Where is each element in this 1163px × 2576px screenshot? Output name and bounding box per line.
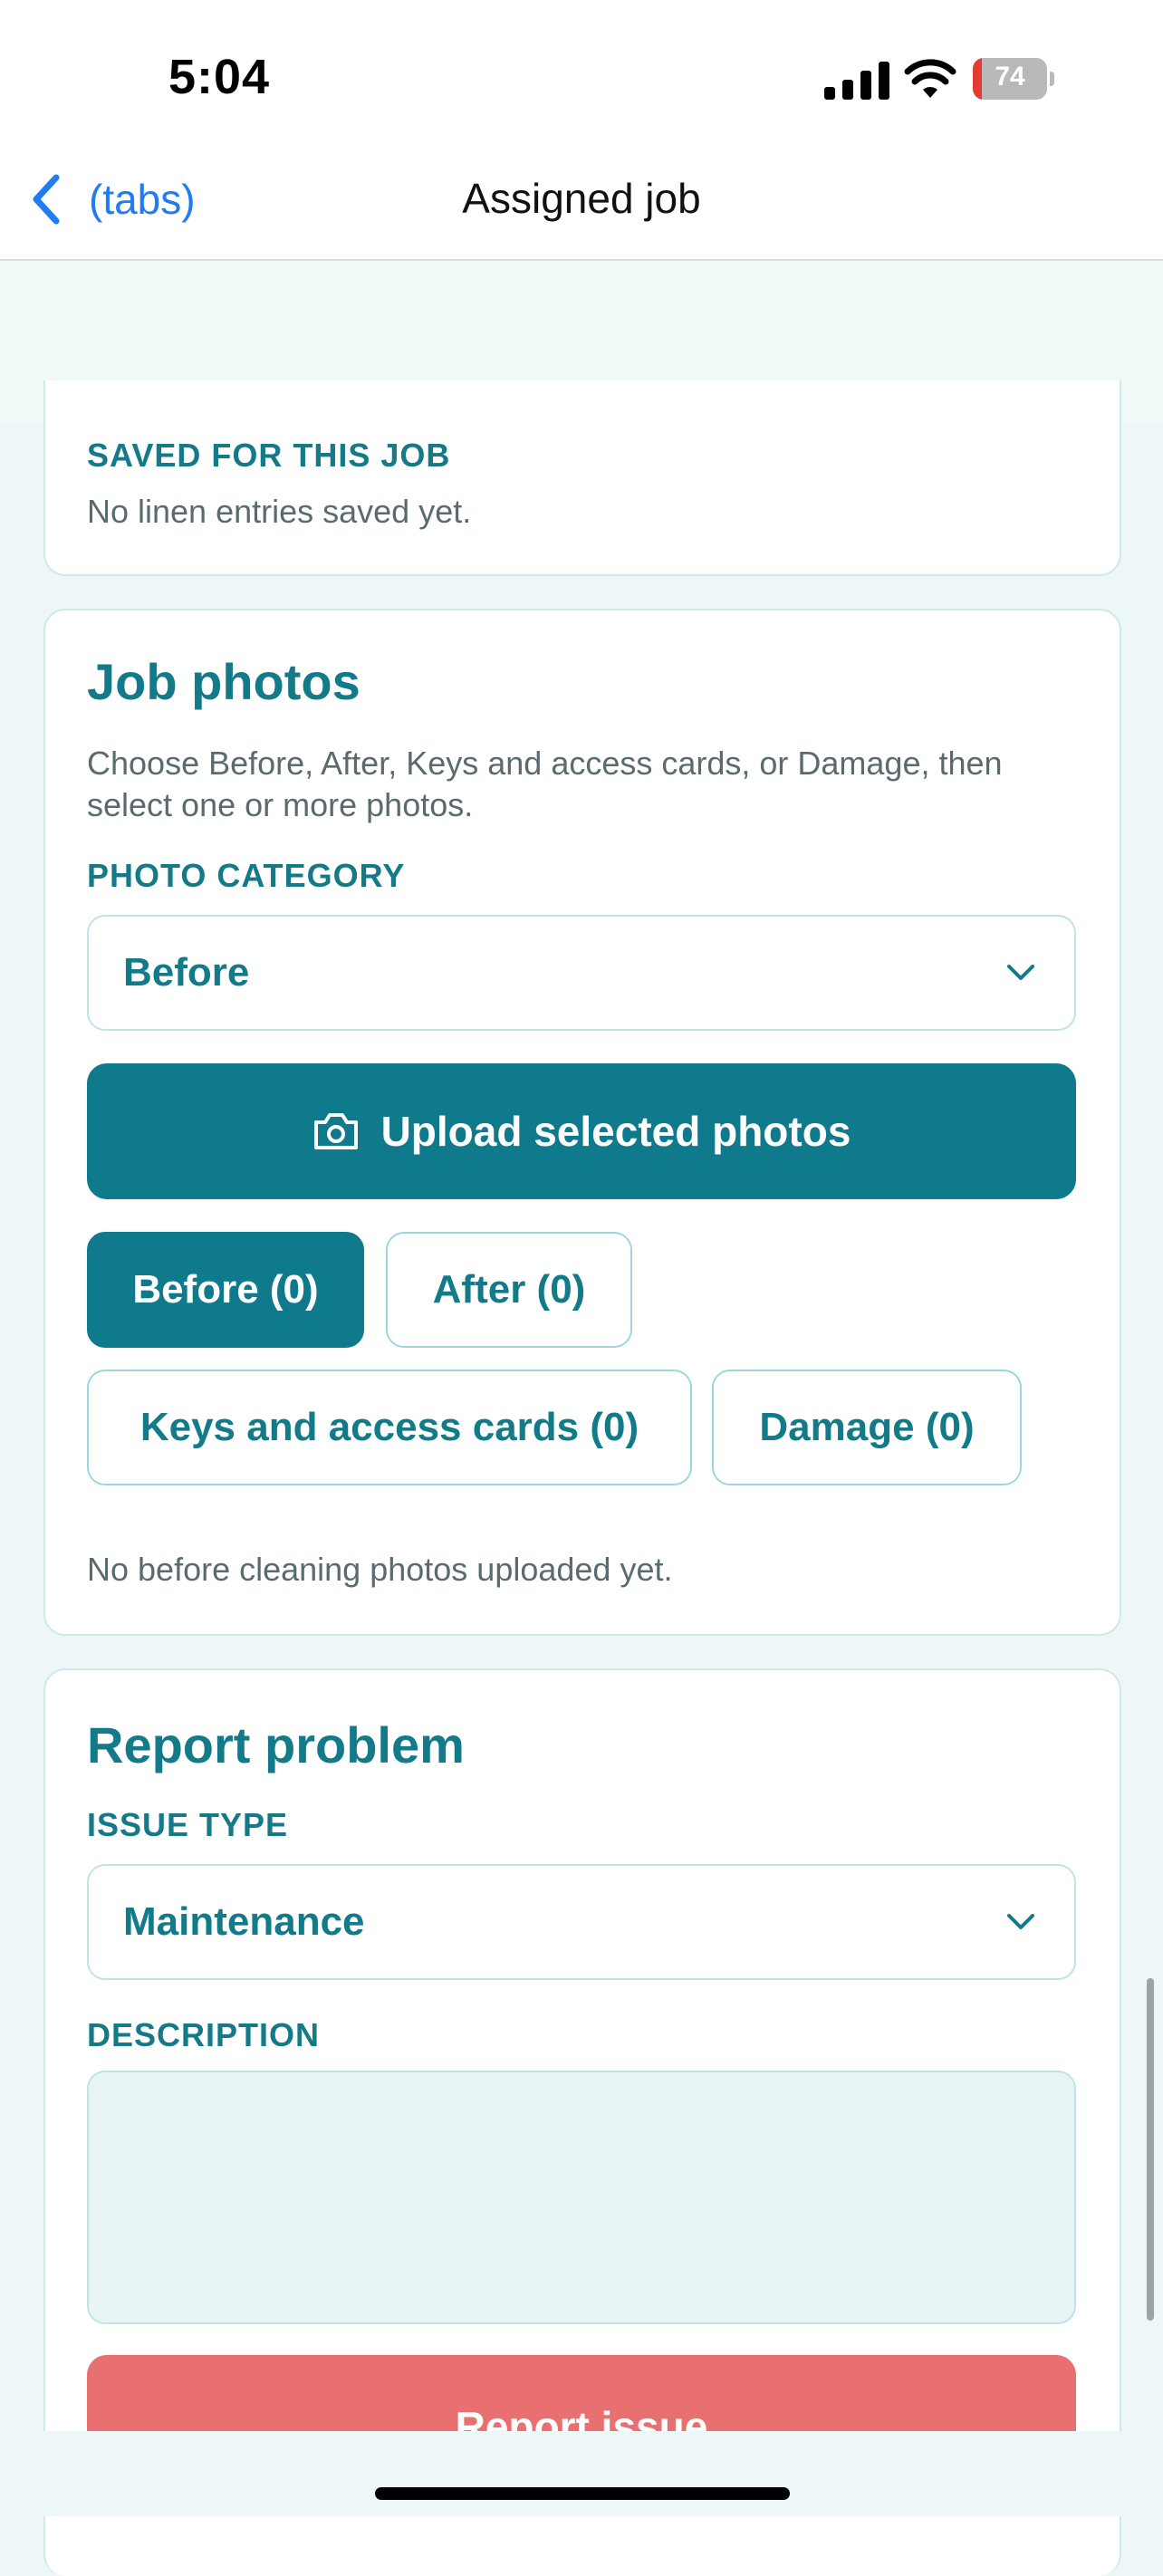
- photos-empty-text: No before cleaning photos uploaded yet.: [87, 1551, 673, 1588]
- chip-keys-label: Keys and access cards (0): [139, 1405, 639, 1449]
- scrollbar[interactable]: [1147, 1978, 1154, 2321]
- issue-type-label: ISSUE TYPE: [87, 1806, 289, 1843]
- cellular-icon: [824, 62, 889, 100]
- job-photos-title: Job photos: [87, 653, 360, 710]
- job-photos-description: Choose Before, After, Keys and access ca…: [87, 745, 1003, 823]
- back-label: (tabs): [89, 176, 196, 223]
- chip-before-label: Before (0): [132, 1267, 319, 1312]
- status-time: 5:04: [168, 50, 271, 104]
- wifi-icon: [904, 59, 956, 98]
- home-indicator[interactable]: [375, 2487, 790, 2500]
- chip-damage[interactable]: Damage (0): [712, 1370, 1022, 1485]
- upload-photos-button[interactable]: Upload selected photos: [87, 1063, 1076, 1199]
- issue-type-value: Maintenance: [123, 1899, 365, 1944]
- description-textarea[interactable]: [87, 2071, 1076, 2324]
- chip-after[interactable]: After (0): [386, 1232, 632, 1348]
- bottom-safe-area: [0, 2431, 1163, 2516]
- saved-entries-card: [43, 380, 1121, 576]
- issue-type-select[interactable]: Maintenance: [87, 1864, 1076, 1980]
- photo-category-value: Before: [123, 950, 250, 995]
- chevron-down-icon: [1007, 965, 1034, 980]
- chip-before[interactable]: Before (0): [87, 1232, 364, 1348]
- camera-icon: [313, 1113, 358, 1149]
- saved-heading: SAVED FOR THIS JOB: [87, 437, 451, 474]
- saved-empty-text: No linen entries saved yet.: [87, 493, 472, 530]
- upload-photos-label: Upload selected photos: [380, 1108, 851, 1155]
- battery-icon: 74: [973, 58, 1054, 100]
- chevron-left-icon: [33, 174, 60, 225]
- description-label: DESCRIPTION: [87, 2016, 321, 2053]
- back-button[interactable]: (tabs): [29, 172, 196, 226]
- report-problem-title: Report problem: [87, 1716, 465, 1773]
- photo-category-label: PHOTO CATEGORY: [87, 857, 406, 894]
- chip-keys-access-cards[interactable]: Keys and access cards (0): [87, 1370, 692, 1485]
- chip-after-label: After (0): [432, 1267, 586, 1312]
- battery-level: 74: [995, 62, 1025, 91]
- chevron-down-icon: [1007, 1914, 1034, 1929]
- chip-damage-label: Damage (0): [759, 1405, 975, 1449]
- photo-category-select[interactable]: Before: [87, 915, 1076, 1031]
